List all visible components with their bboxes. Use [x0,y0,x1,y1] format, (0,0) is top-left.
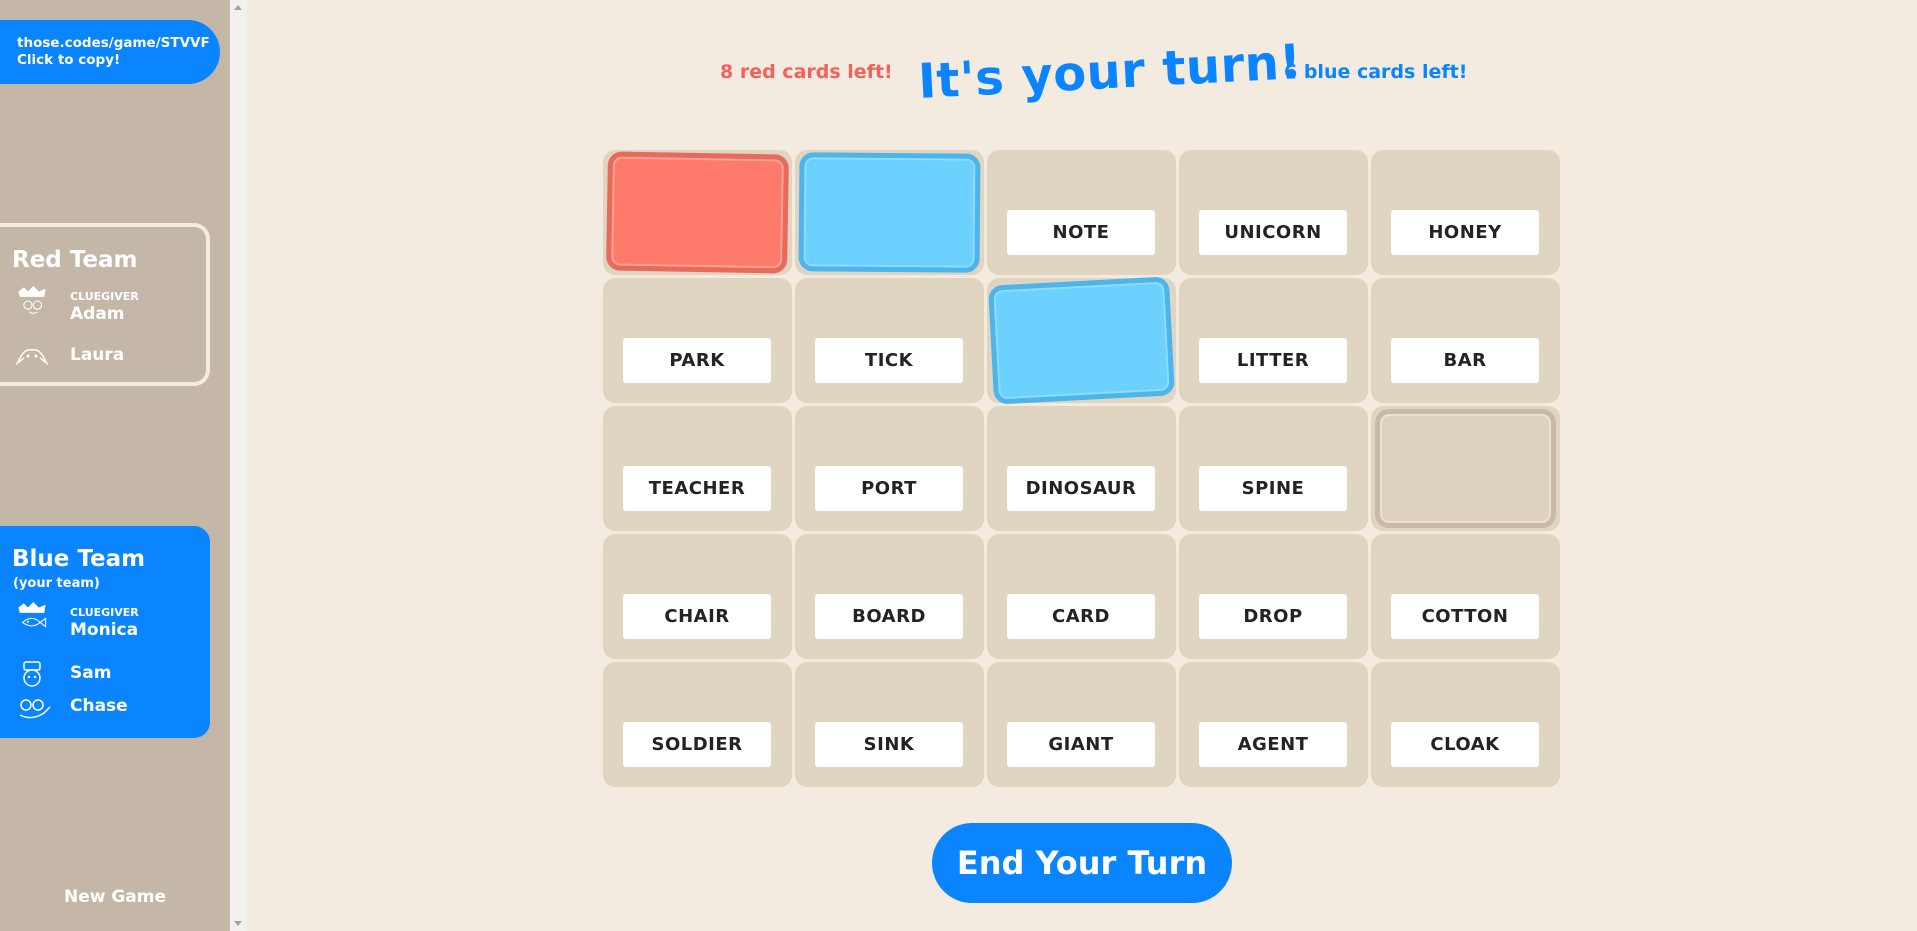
board-cell[interactable]: CHAIR [603,534,792,659]
board-cell[interactable]: CARD [987,534,1176,659]
board-cell[interactable]: SOLDIER [603,662,792,787]
board-cell[interactable]: TICK [795,278,984,403]
board-cell[interactable]: BAR [1371,278,1560,403]
your-team-label: (your team) [13,576,100,591]
word-card[interactable]: PORT [815,466,963,511]
game-board: NOTE UNICORN HONEY PARK TICK LITTER BAR TEACHER… [603,150,1560,787]
word-card[interactable]: UNICORN [1199,210,1347,255]
game-link-copy-button[interactable]: those.codes/game/STVVF Click to copy! [0,20,220,84]
board-cell[interactable]: SINK [795,662,984,787]
scroll-up-icon[interactable] [234,5,242,10]
board-cell [795,150,984,275]
sidebar: those.codes/game/STVVF Click to copy! Re… [0,0,230,931]
cluegiver-label: CLUEGIVER [70,606,139,619]
word-card[interactable]: PARK [623,338,771,383]
board-cell [987,276,1176,405]
board-cell[interactable]: DINOSAUR [987,406,1176,531]
word-card[interactable]: DINOSAUR [1007,466,1155,511]
word-card[interactable]: CHAIR [623,594,771,639]
board-cell[interactable]: GIANT [987,662,1176,787]
board-cell[interactable]: LITTER [1179,278,1368,403]
board-cell [603,150,792,275]
board-cell[interactable]: NOTE [987,150,1176,275]
revealed-neutral-card [1375,409,1556,528]
player-name: Monica [70,620,139,640]
player-adam: CLUEGIVER Adam [10,286,200,324]
board-cell [1371,406,1560,531]
board-cell[interactable]: DROP [1179,534,1368,659]
board-cell[interactable]: AGENT [1179,662,1368,787]
board-cell[interactable]: PARK [603,278,792,403]
player-name: Chase [70,696,128,716]
word-card[interactable]: HONEY [1391,210,1539,255]
board-cell[interactable]: UNICORN [1179,150,1368,275]
word-card[interactable]: BAR [1391,338,1539,383]
word-card[interactable]: SOLDIER [623,722,771,767]
board-cell[interactable]: PORT [795,406,984,531]
blue-team-name: Blue Team [12,546,146,572]
board-cell[interactable]: HONEY [1371,150,1560,275]
word-card[interactable]: COTTON [1391,594,1539,639]
turn-title: It's your turn! [916,33,1304,111]
word-card[interactable]: BOARD [815,594,963,639]
game-link-url: those.codes/game/STVVF [17,35,210,51]
player-chase: Chase [10,693,200,723]
glasses-face-icon [19,699,51,719]
word-card[interactable]: DROP [1199,594,1347,639]
word-card[interactable]: NOTE [1007,210,1155,255]
new-game-button[interactable]: New Game [0,887,230,907]
revealed-red-card [605,151,790,274]
player-laura: Laura [10,342,200,372]
player-name: Sam [70,663,112,683]
word-card[interactable]: CARD [1007,594,1155,639]
cluegiver-label: CLUEGIVER [70,290,139,303]
blue-team-panel: Blue Team (your team) CLUEGIVER Monica S… [0,526,210,738]
scrollbar[interactable] [230,0,247,931]
player-name: Adam [70,304,125,324]
crab-face-icon [15,349,49,365]
end-turn-button[interactable]: End Your Turn [932,823,1232,903]
crown-fish-icon [18,602,47,628]
word-card[interactable]: CLOAK [1391,722,1539,767]
board-cell[interactable]: TEACHER [603,406,792,531]
blue-cards-left: 6 blue cards left! [1284,61,1468,83]
player-name: Laura [70,345,125,365]
word-card[interactable]: GIANT [1007,722,1155,767]
word-card[interactable]: TEACHER [623,466,771,511]
word-card[interactable]: SINK [815,722,963,767]
word-card[interactable]: TICK [815,338,963,383]
red-cards-left: 8 red cards left! [720,61,893,83]
board-cell[interactable]: COTTON [1371,534,1560,659]
game-link-hint: Click to copy! [17,52,121,68]
revealed-blue-card [798,152,981,273]
word-card[interactable]: LITTER [1199,338,1347,383]
player-sam: Sam [10,660,200,690]
crown-face-icon [18,286,46,314]
revealed-blue-card [988,276,1175,405]
board-cell[interactable]: BOARD [795,534,984,659]
scroll-down-icon[interactable] [234,921,242,926]
hat-face-icon [23,661,41,687]
word-card[interactable]: AGENT [1199,722,1347,767]
word-card[interactable]: SPINE [1199,466,1347,511]
red-team-name: Red Team [12,247,138,273]
player-monica: CLUEGIVER Monica [10,602,200,640]
board-cell[interactable]: SPINE [1179,406,1368,531]
board-cell[interactable]: CLOAK [1371,662,1560,787]
red-team-panel: Red Team CLUEGIVER Adam Laura [0,223,210,386]
